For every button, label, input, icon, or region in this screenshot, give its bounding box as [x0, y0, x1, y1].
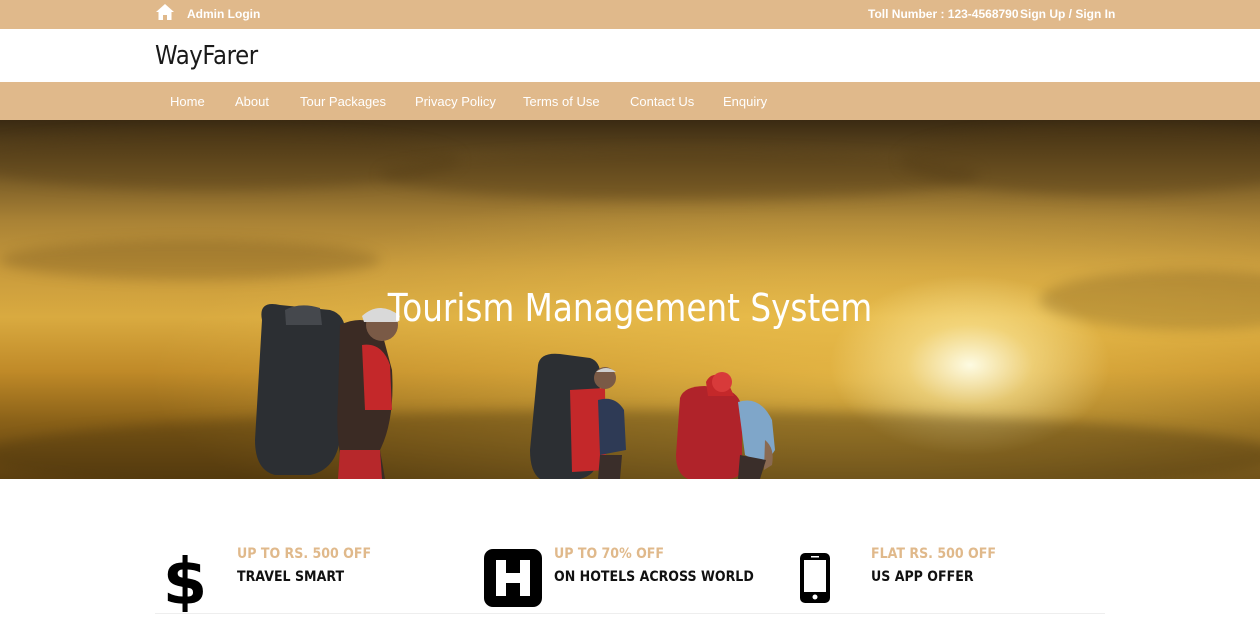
- hiker-1: [255, 304, 400, 479]
- nav-tour-packages[interactable]: Tour Packages: [300, 94, 386, 109]
- feature-offer: UP TO RS. 500 OFF: [237, 546, 372, 562]
- hiker-3: [676, 372, 775, 479]
- main-nav: Home About Tour Packages Privacy Policy …: [0, 82, 1260, 120]
- feature-offer: FLAT RS. 500 OFF: [871, 546, 996, 562]
- svg-text:$: $: [165, 546, 205, 612]
- hospital-h-icon: [484, 549, 542, 607]
- signup-signin-link[interactable]: Sign Up / Sign In: [1020, 7, 1115, 21]
- features-strip: $ UP TO RS. 500 OFF TRAVEL SMART UP TO 7…: [155, 540, 1105, 614]
- top-bar: Admin Login Toll Number : 123-4568790 Si…: [0, 0, 1260, 29]
- feature-desc: TRAVEL SMART: [237, 569, 345, 585]
- nav-enquiry[interactable]: Enquiry: [723, 94, 767, 109]
- feature-offer: UP TO 70% OFF: [554, 546, 665, 562]
- feature-desc: ON HOTELS ACROSS WORLD: [554, 569, 754, 585]
- site-logo[interactable]: WayFarer: [155, 41, 258, 71]
- feature-item: UP TO 70% OFF ON HOTELS ACROSS WORLD: [472, 540, 789, 614]
- hiker-2: [530, 353, 626, 479]
- nav-contact-us[interactable]: Contact Us: [630, 94, 694, 109]
- nav-about[interactable]: About: [235, 94, 269, 109]
- home-icon[interactable]: [155, 3, 175, 21]
- nav-terms-of-use[interactable]: Terms of Use: [523, 94, 600, 109]
- feature-item: $ UP TO RS. 500 OFF TRAVEL SMART: [155, 540, 472, 614]
- hero-banner: Tourism Management System: [0, 120, 1260, 479]
- toll-number: Toll Number : 123-4568790: [868, 7, 1019, 21]
- nav-privacy-policy[interactable]: Privacy Policy: [415, 94, 496, 109]
- nav-home[interactable]: Home: [170, 94, 205, 109]
- admin-login-link[interactable]: Admin Login: [187, 7, 260, 21]
- mobile-phone-icon: [800, 553, 830, 603]
- brand-bar: WayFarer: [0, 29, 1260, 82]
- feature-item: FLAT RS. 500 OFF US APP OFFER: [789, 540, 1105, 614]
- feature-desc: US APP OFFER: [871, 569, 974, 585]
- dollar-icon: $: [165, 546, 205, 612]
- hero-title: Tourism Management System: [387, 286, 873, 330]
